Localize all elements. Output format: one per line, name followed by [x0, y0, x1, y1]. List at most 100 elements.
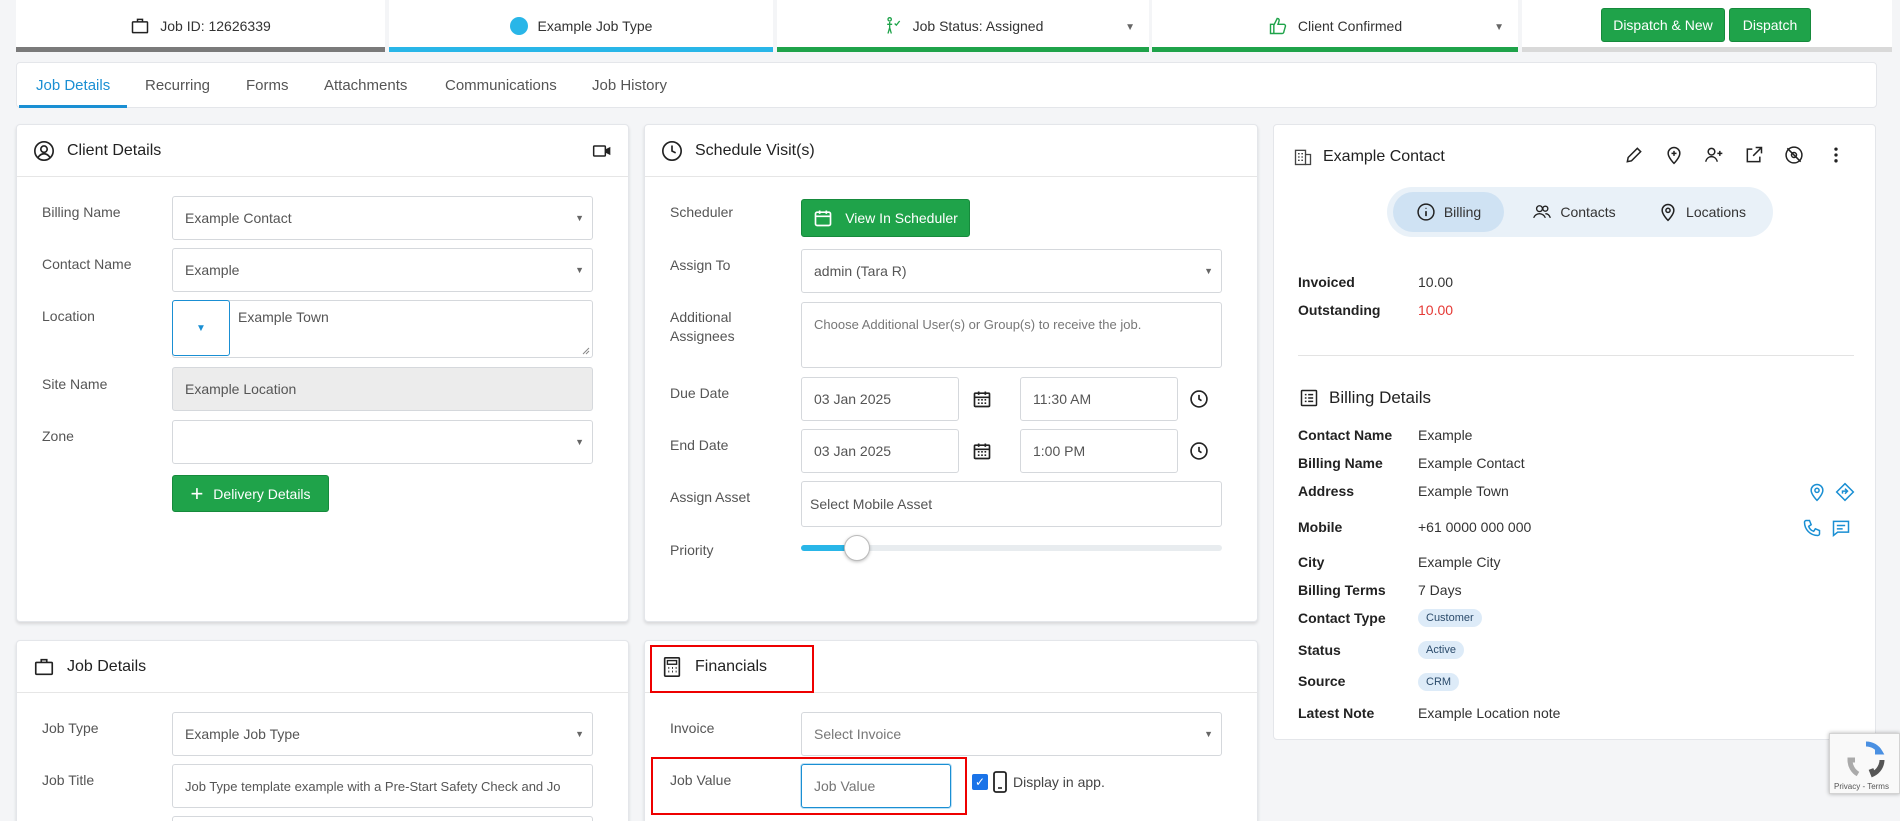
latest-note-value: Example Location note	[1418, 705, 1561, 721]
job-type-select[interactable]: Example Job Type ▼	[172, 712, 593, 756]
dispatch-button[interactable]: Dispatch	[1729, 8, 1811, 42]
location-textarea[interactable]: ▼ Example Town	[172, 300, 593, 358]
tab-job-details[interactable]: Job Details	[36, 77, 110, 94]
segment-locations[interactable]: Locations	[1642, 192, 1762, 232]
job-type-text: Example Job Type	[537, 18, 653, 34]
billing-name-value: Example Contact	[1418, 455, 1525, 471]
row-label: Source	[1298, 673, 1346, 689]
view-in-scheduler-label: View In Scheduler	[845, 210, 958, 226]
address-value: Example Town	[1418, 483, 1509, 499]
dispatch-and-new-button[interactable]: Dispatch & New	[1601, 8, 1725, 42]
delivery-details-button[interactable]: + Delivery Details	[172, 475, 329, 512]
contact-summary-panel: Example Contact Billing Contacts Locatio…	[1273, 124, 1876, 740]
job-details-title: Job Details	[67, 657, 147, 675]
external-link-icon[interactable]	[1744, 145, 1764, 165]
resize-handle-icon[interactable]	[582, 347, 590, 355]
row-label: City	[1298, 554, 1325, 570]
tab-recurring[interactable]: Recurring	[145, 77, 210, 94]
client-details-title: Client Details	[67, 141, 162, 159]
recaptcha-privacy-terms[interactable]: Privacy - Terms	[1834, 782, 1889, 791]
additional-assignees-placeholder: Choose Additional User(s) or Group(s) to…	[814, 317, 1142, 332]
video-camera-icon[interactable]	[592, 141, 612, 161]
info-icon	[1417, 203, 1435, 221]
city-value: Example City	[1418, 554, 1501, 570]
invoice-select[interactable]: Select Invoice ▼	[801, 712, 1222, 756]
more-vertical-icon[interactable]	[1826, 145, 1846, 165]
billing-name-select[interactable]: Example Contact ▼	[172, 196, 593, 240]
source-badge: CRM	[1418, 673, 1460, 691]
contact-title: Example Contact	[1323, 148, 1445, 165]
job-type-cell[interactable]: Example Job Type	[389, 0, 773, 52]
due-date-input[interactable]: 03 Jan 2025	[801, 377, 959, 421]
map-pin-icon[interactable]	[1807, 482, 1827, 502]
tab-job-history[interactable]: Job History	[592, 77, 667, 94]
due-time-input[interactable]: 11:30 AM	[1020, 377, 1178, 421]
end-date-value: 03 Jan 2025	[814, 443, 892, 459]
tab-forms[interactable]: Forms	[246, 77, 289, 94]
mobile-value: +61 0000 000 000	[1418, 519, 1532, 535]
job-status-bar: Job ID: 12626339 Example Job Type Job St…	[16, 0, 1892, 52]
end-date-input[interactable]: 03 Jan 2025	[801, 429, 959, 473]
client-confirmed-dropdown[interactable]: Client Confirmed ▼	[1152, 0, 1518, 52]
recaptcha-badge[interactable]: Privacy - Terms	[1829, 733, 1900, 794]
add-user-icon[interactable]	[1704, 145, 1724, 165]
billing-name-label: Billing Name	[42, 204, 121, 220]
view-in-scheduler-button[interactable]: View In Scheduler	[801, 199, 970, 237]
contact-header: Example Contact	[1293, 147, 1445, 167]
job-type-label: Job Type	[42, 720, 99, 736]
contact-type-badge: Customer	[1418, 609, 1482, 627]
client-confirmed-bar	[1152, 47, 1518, 52]
next-field[interactable]	[172, 816, 593, 821]
message-icon[interactable]	[1831, 518, 1851, 538]
eye-off-icon[interactable]	[1784, 145, 1804, 165]
chevron-down-icon: ▼	[1204, 729, 1213, 739]
site-name-label: Site Name	[42, 376, 108, 392]
location-dropdown-button[interactable]: ▼	[172, 300, 230, 356]
priority-slider-handle[interactable]	[844, 535, 870, 561]
job-id-text: Job ID: 12626339	[160, 18, 271, 34]
briefcase-icon	[34, 658, 54, 675]
schedule-visits-title: Schedule Visit(s)	[695, 141, 815, 159]
job-status-dropdown[interactable]: Job Status: Assigned ▼	[777, 0, 1149, 52]
additional-label-line1: Additional	[670, 309, 732, 325]
segment-billing[interactable]: Billing	[1393, 192, 1504, 232]
recaptcha-icon	[1847, 741, 1885, 778]
directions-icon[interactable]	[1835, 482, 1855, 502]
map-pin-plus-icon[interactable]	[1664, 145, 1684, 165]
pencil-icon[interactable]	[1624, 145, 1644, 165]
contact-name-select[interactable]: Example ▼	[172, 248, 593, 292]
contact-name-value: Example	[185, 262, 240, 278]
active-tab-indicator	[19, 105, 127, 108]
location-label: Location	[42, 308, 95, 324]
additional-assignees-input[interactable]: Choose Additional User(s) or Group(s) to…	[801, 302, 1222, 368]
assign-to-select[interactable]: admin (Tara R) ▼	[801, 249, 1222, 293]
segment-contacts-label: Contacts	[1560, 204, 1616, 220]
additional-assignees-label: Additional Assignees	[670, 308, 735, 346]
tab-attachments[interactable]: Attachments	[324, 77, 407, 94]
calendar-icon[interactable]	[972, 389, 992, 409]
tab-communications[interactable]: Communications	[445, 77, 557, 94]
assign-asset-placeholder: Select Mobile Asset	[810, 496, 933, 512]
segment-locations-label: Locations	[1686, 204, 1746, 220]
priority-slider-track[interactable]	[801, 535, 1222, 561]
person-check-icon	[886, 17, 900, 34]
chevron-down-icon: ▼	[575, 729, 584, 739]
chevron-down-icon: ▼	[575, 213, 584, 223]
delivery-details-label: Delivery Details	[213, 485, 311, 502]
row-label: Billing Terms	[1298, 582, 1386, 598]
job-details-panel: Job Details Job Type Example Job Type ▼ …	[16, 640, 629, 821]
end-time-input[interactable]: 1:00 PM	[1020, 429, 1178, 473]
clock-icon[interactable]	[1189, 441, 1209, 461]
display-in-app-checkbox[interactable]: ✓	[972, 774, 988, 790]
job-title-value: Job Type template example with a Pre-Sta…	[185, 778, 561, 794]
segment-contacts[interactable]: Contacts	[1519, 192, 1629, 232]
job-details-header: Job Details	[17, 641, 628, 693]
calendar-icon[interactable]	[972, 441, 992, 461]
schedule-visits-header: Schedule Visit(s)	[645, 125, 1257, 177]
assign-asset-input[interactable]: Select Mobile Asset	[801, 481, 1222, 527]
clock-icon[interactable]	[1189, 389, 1209, 409]
users-icon	[1533, 205, 1552, 219]
zone-select[interactable]: ▼	[172, 420, 593, 464]
phone-icon[interactable]	[1802, 518, 1822, 538]
job-title-input[interactable]: Job Type template example with a Pre-Sta…	[172, 764, 593, 808]
